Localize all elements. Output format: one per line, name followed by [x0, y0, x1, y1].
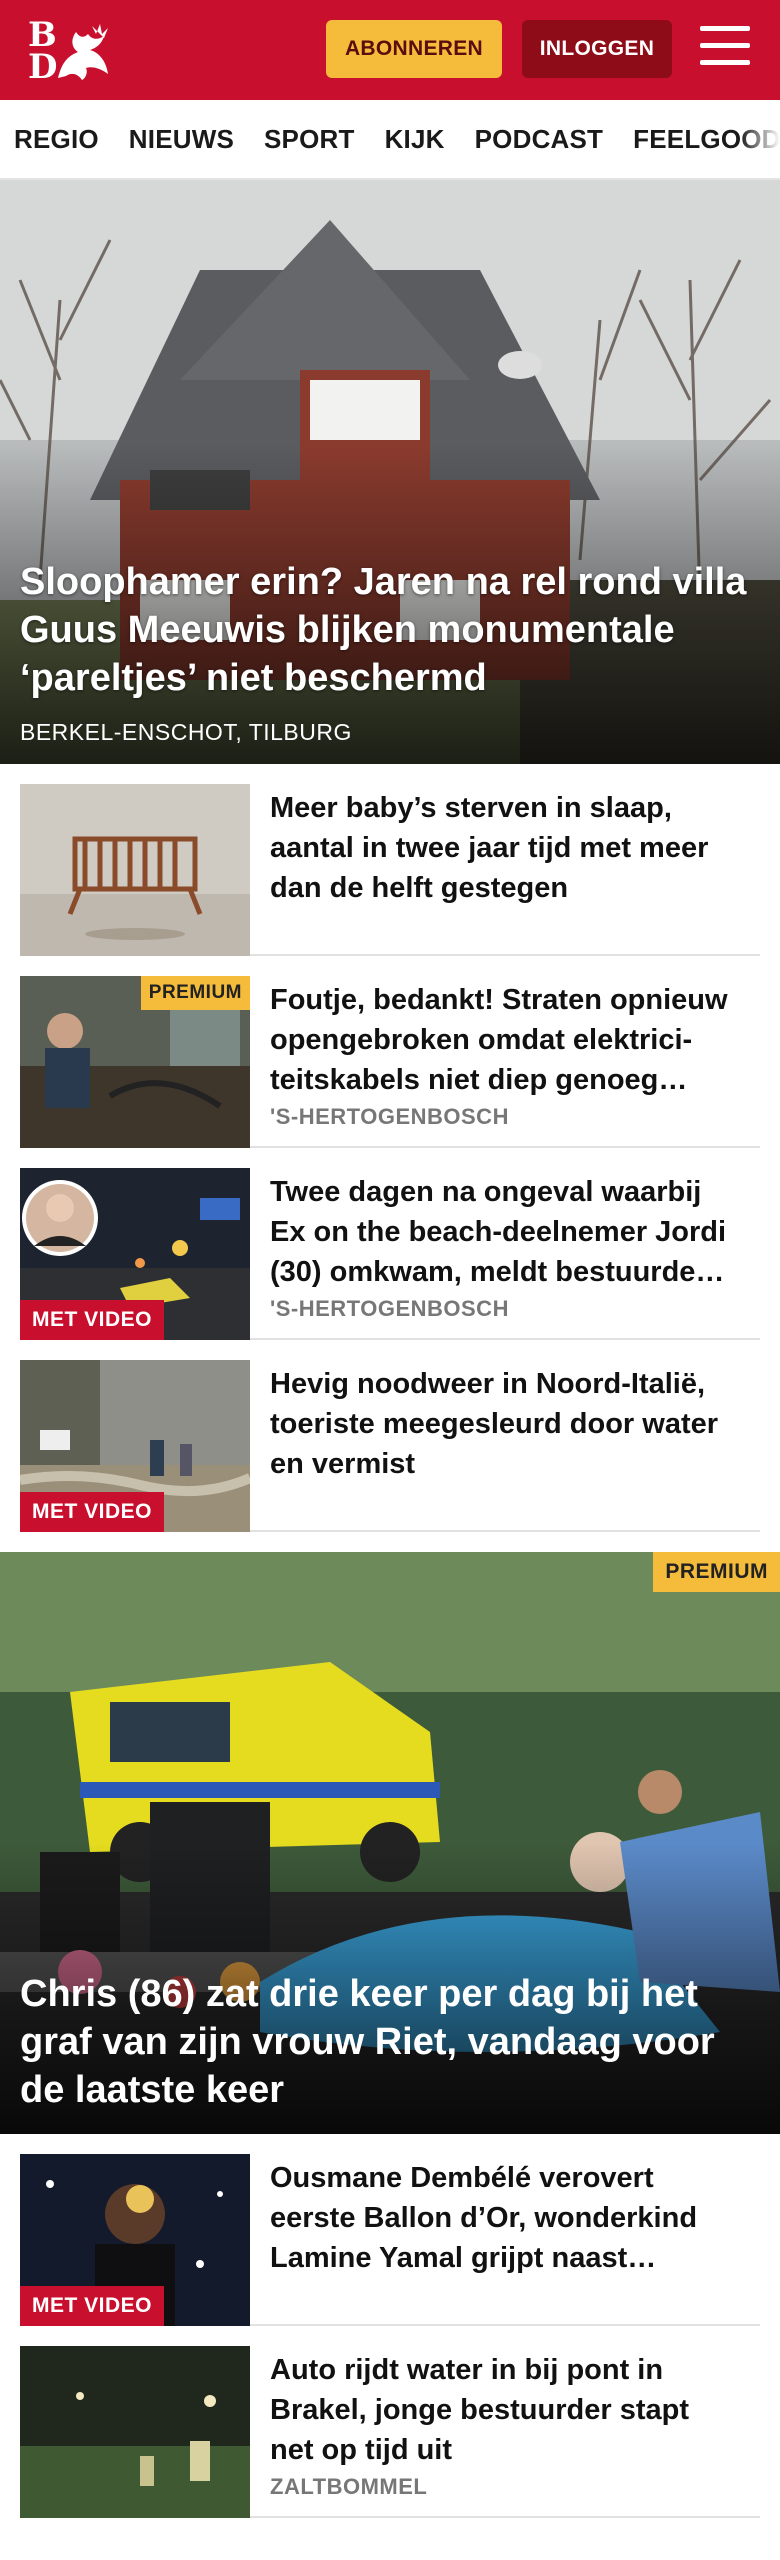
bd-logo[interactable]: B D [26, 18, 116, 84]
premium-badge: PREMIUM [140, 976, 250, 1010]
list-item[interactable]: PREMIUM Foutje, bedankt! Straten opnieuw… [20, 956, 760, 1148]
section-nav: REGIO NIEUWS SPORT KIJK PODCAST FEELGOOD [0, 100, 780, 180]
article-thumbnail: PREMIUM [20, 976, 250, 1148]
article-thumbnail: MET VIDEO [20, 1168, 250, 1340]
list-item[interactable]: MET VIDEO Hevig noodweer in Noord-Italië… [20, 1340, 760, 1532]
article-list-2: MET VIDEO Ousmane Dembélé verovert eerst… [0, 2134, 780, 2518]
nav-item-podcast[interactable]: PODCAST [475, 124, 604, 155]
hero-location: BERKEL-ENSCHOT, TILBURG [20, 719, 352, 745]
video-badge: MET VIDEO [20, 1300, 165, 1340]
article-title[interactable]: Auto rijdt water in bij pont in Brakel, … [270, 2350, 730, 2470]
article-thumbnail [20, 784, 250, 956]
list-item[interactable]: Auto rijdt water in bij pont in Brakel, … [20, 2326, 760, 2518]
list-item[interactable]: Meer baby’s sterven in slaap, aantal in … [20, 764, 760, 956]
article-title[interactable]: Ousmane Dembélé verovert eerste Ballon d… [270, 2158, 730, 2278]
video-badge: MET VIDEO [20, 2286, 165, 2326]
article-title[interactable]: Hevig noodweer in Noord-Italië, toeriste… [270, 1364, 730, 1484]
nav-item-regio[interactable]: REGIO [14, 124, 99, 155]
nav-item-sport[interactable]: SPORT [264, 124, 355, 155]
feature-title[interactable]: Chris (86) zat drie keer per dag bij het… [20, 1970, 760, 2114]
article-thumbnail [20, 2346, 250, 2518]
list-item[interactable]: MET VIDEO Twee dagen na ongeval waarbij … [20, 1148, 760, 1340]
article-thumbnail: MET VIDEO [20, 1360, 250, 1532]
subscribe-button[interactable]: ABONNEREN [326, 20, 502, 78]
article-title[interactable]: Foutje, bedankt! Straten opnieuw opengeb… [270, 980, 730, 1100]
article-location: 'S-HERTOGENBOSCH [270, 1104, 509, 1129]
article-thumbnail: MET VIDEO [20, 2154, 250, 2326]
dragon-icon [58, 24, 108, 80]
article-title[interactable]: Twee dagen na ongeval waarbij Ex on the … [270, 1172, 730, 1292]
login-button[interactable]: INLOGGEN [522, 20, 672, 78]
menu-icon[interactable] [700, 26, 750, 72]
article-location: 'S-HERTOGENBOSCH [270, 1296, 509, 1321]
list-item[interactable]: MET VIDEO Ousmane Dembélé verovert eerst… [20, 2134, 760, 2326]
hero-title[interactable]: Sloophamer erin? Jaren na rel rond villa… [20, 558, 760, 702]
feature-article[interactable]: PREMIUM Chris (86) zat drie keer per dag… [0, 1552, 780, 2134]
premium-badge: PREMIUM [653, 1552, 780, 1592]
article-list: Meer baby’s sterven in slaap, aantal in … [0, 764, 780, 1532]
hero-article[interactable]: Sloophamer erin? Jaren na rel rond villa… [0, 180, 780, 764]
nav-item-kijk[interactable]: KIJK [385, 124, 445, 155]
article-location: ZALTBOMMEL [270, 2474, 428, 2499]
article-title[interactable]: Meer baby’s sterven in slaap, aantal in … [270, 788, 730, 908]
nav-item-nieuws[interactable]: NIEUWS [129, 124, 234, 155]
site-header: B D ABONNEREN INLOGGEN [0, 0, 780, 100]
video-badge: MET VIDEO [20, 1492, 165, 1532]
nav-scroll-fade [740, 100, 780, 178]
